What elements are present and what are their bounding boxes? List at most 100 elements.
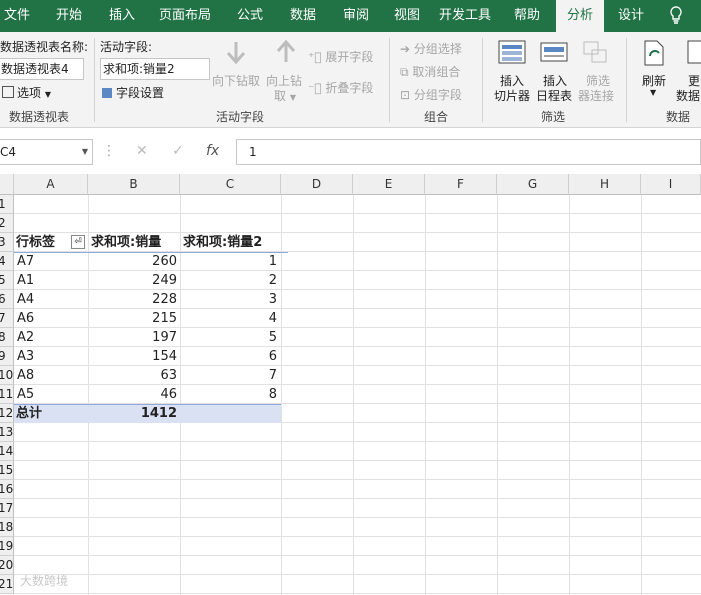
- tab-help[interactable]: 帮助: [504, 0, 550, 32]
- filter-connections-line2: 器连接: [578, 89, 615, 103]
- field-settings-button[interactable]: 字段设置: [102, 84, 164, 101]
- formula-bar-handle[interactable]: ⋮: [102, 139, 116, 163]
- chevron-down-icon[interactable]: ▼: [82, 140, 88, 164]
- arrow-right-icon: ➔: [400, 42, 414, 56]
- group-field-button[interactable]: ⊡ 分组字段: [400, 86, 462, 103]
- column-header-a[interactable]: A: [14, 174, 88, 195]
- pivot-row-label[interactable]: A4: [17, 290, 87, 309]
- group-label-data: 数据: [665, 110, 690, 124]
- tab-file[interactable]: 文件: [0, 0, 34, 32]
- pivot-row-label[interactable]: A5: [17, 385, 87, 404]
- column-header-e[interactable]: E: [353, 174, 425, 195]
- row-header[interactable]: 11: [0, 385, 14, 404]
- field-settings-label: 字段设置: [116, 86, 165, 100]
- pivot-sales-cell[interactable]: 197: [88, 328, 177, 347]
- row-header[interactable]: 13: [0, 423, 14, 442]
- pivot-name-input[interactable]: 数据透视表4: [0, 58, 84, 80]
- change-source-icon: [686, 40, 701, 69]
- row-header[interactable]: 14: [0, 442, 14, 461]
- pivot-sales-cell[interactable]: 46: [88, 385, 177, 404]
- group-label-group: 组合: [423, 110, 448, 124]
- pivot-sales-cell[interactable]: 228: [88, 290, 177, 309]
- drill-down-button[interactable]: 向下钻取: [212, 72, 260, 89]
- pivot-sales-cell[interactable]: 249: [88, 271, 177, 290]
- row-header[interactable]: 1: [0, 195, 14, 214]
- tab-view[interactable]: 视图: [384, 0, 430, 32]
- column-header-d[interactable]: D: [281, 174, 353, 195]
- active-field-input[interactable]: 求和项:销量2: [100, 58, 210, 80]
- filter-connection-icon: [582, 40, 610, 69]
- column-header-h[interactable]: H: [569, 174, 641, 195]
- pivot-row-label[interactable]: A3: [17, 347, 87, 366]
- filter-dropdown-icon[interactable]: ⏎: [71, 235, 85, 249]
- tab-design[interactable]: 设计: [610, 0, 652, 32]
- pivot-row-label[interactable]: A7: [17, 252, 87, 271]
- ungroup-icon: ⧉: [400, 65, 413, 79]
- pivot-sales-cell[interactable]: 63: [88, 366, 177, 385]
- pivot-rank-cell[interactable]: 5: [180, 328, 277, 347]
- row-header[interactable]: 18: [0, 518, 14, 537]
- pivot-sales-cell[interactable]: 260: [88, 252, 177, 271]
- row-header[interactable]: 4: [0, 252, 14, 271]
- column-header-b[interactable]: B: [88, 174, 180, 195]
- tab-formulas[interactable]: 公式: [227, 0, 273, 32]
- ungroup-button[interactable]: ⧉ 取消组合: [400, 63, 460, 80]
- row-header[interactable]: 9: [0, 347, 14, 366]
- pivot-rank-cell[interactable]: 7: [180, 366, 277, 385]
- insert-function-icon[interactable]: fx: [206, 139, 219, 163]
- pivot-row-label[interactable]: A1: [17, 271, 87, 290]
- row-header[interactable]: 17: [0, 499, 14, 518]
- row-header[interactable]: 2: [0, 214, 14, 233]
- collapse-field-button[interactable]: ⁻⃞ 折叠字段: [308, 79, 373, 96]
- row-header[interactable]: 12: [0, 404, 14, 423]
- pivot-row-label[interactable]: A8: [17, 366, 87, 385]
- row-header[interactable]: 8: [0, 328, 14, 347]
- row-header[interactable]: 6: [0, 290, 14, 309]
- group-selection-button[interactable]: ➔ 分组选择: [400, 40, 462, 57]
- formula-input[interactable]: 1: [236, 139, 701, 165]
- gridline: [14, 213, 701, 214]
- select-all-corner[interactable]: [0, 174, 14, 195]
- column-header-g[interactable]: G: [497, 174, 569, 195]
- tab-home[interactable]: 开始: [46, 0, 92, 32]
- name-box[interactable]: C4 ▼: [0, 139, 93, 165]
- tab-insert[interactable]: 插入: [99, 0, 145, 32]
- pivot-rank-cell[interactable]: 1: [180, 252, 277, 271]
- row-header[interactable]: 21: [0, 575, 14, 594]
- tab-developer[interactable]: 开发工具: [436, 0, 494, 32]
- row-header[interactable]: 7: [0, 309, 14, 328]
- pivot-sales-cell[interactable]: 215: [88, 309, 177, 328]
- row-header[interactable]: 3: [0, 233, 14, 252]
- column-header-f[interactable]: F: [425, 174, 497, 195]
- column-header-c[interactable]: C: [180, 174, 281, 195]
- gridline: [14, 517, 701, 518]
- row-header[interactable]: 20: [0, 556, 14, 575]
- pivot-row-label[interactable]: A2: [17, 328, 87, 347]
- tab-analyze[interactable]: 分析: [556, 0, 604, 32]
- tab-review[interactable]: 审阅: [333, 0, 379, 32]
- expand-field-button[interactable]: ⁺⃞ 展开字段: [308, 48, 373, 65]
- cancel-icon[interactable]: ✕: [136, 139, 148, 163]
- row-header[interactable]: 10: [0, 366, 14, 385]
- row-header[interactable]: 15: [0, 461, 14, 480]
- field-settings-icon: [102, 88, 112, 98]
- row-header[interactable]: 5: [0, 271, 14, 290]
- tab-page-layout[interactable]: 页面布局: [152, 0, 218, 32]
- pivot-rank-cell[interactable]: 8: [180, 385, 277, 404]
- pivot-sales-cell[interactable]: 154: [88, 347, 177, 366]
- pivot-row-label[interactable]: A6: [17, 309, 87, 328]
- row-header[interactable]: 16: [0, 480, 14, 499]
- pivot-rank-cell[interactable]: 4: [180, 309, 277, 328]
- row-header[interactable]: 19: [0, 537, 14, 556]
- tab-data[interactable]: 数据: [280, 0, 326, 32]
- options-button[interactable]: 选项 ▼: [2, 84, 51, 101]
- enter-icon[interactable]: ✓: [172, 139, 184, 163]
- lightbulb-icon[interactable]: [666, 6, 686, 26]
- collapse-icon: ⁻⃞: [308, 81, 326, 95]
- pivot-rank-cell[interactable]: 3: [180, 290, 277, 309]
- pivot-rank-cell[interactable]: 2: [180, 271, 277, 290]
- column-header-i[interactable]: I: [641, 174, 701, 195]
- ribbon-separator: [389, 38, 390, 122]
- refresh-button[interactable]: 刷新: [642, 72, 666, 89]
- pivot-rank-cell[interactable]: 6: [180, 347, 277, 366]
